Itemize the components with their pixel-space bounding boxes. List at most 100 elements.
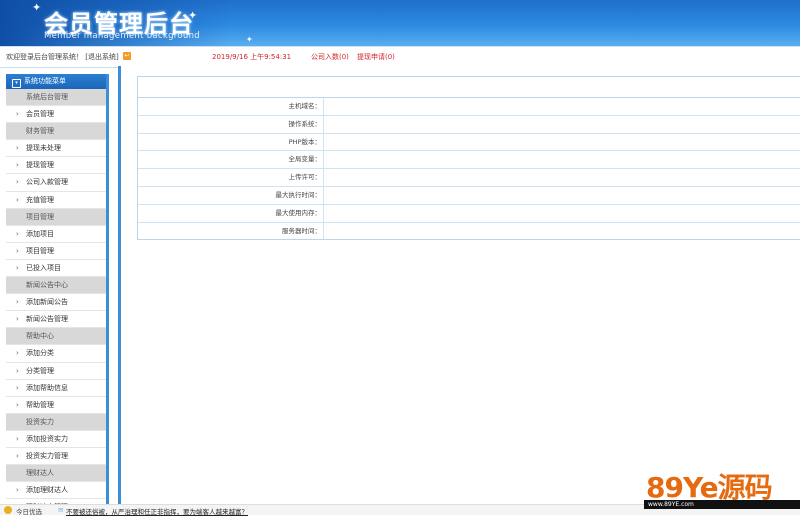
sidebar-header: ▾ 系统功能菜单 — [6, 74, 106, 89]
sidebar-item[interactable]: › 会员管理 — [6, 106, 106, 124]
withdraw-apply-link[interactable]: 提现申请(0) — [357, 52, 395, 62]
sidebar-category-label: 项目管理 — [26, 212, 54, 221]
info-row: 主机域名： — [138, 98, 800, 116]
main-content: 主机域名： 操作系统： PHP版本： 全局变量： 上传许可： 最大执行时间： 最大使用内存：… — [118, 66, 800, 504]
chevron-right-icon: › — [16, 349, 19, 358]
info-row: 操作系统： — [138, 115, 800, 134]
info-value — [326, 151, 800, 168]
chevron-right-icon: › — [16, 161, 19, 170]
info-label: 最大使用内存： — [138, 204, 324, 222]
info-label: 全局变量： — [138, 151, 324, 169]
sidebar-item[interactable]: › 添加分类 — [6, 345, 106, 363]
sidebar-category: 投资实力 — [6, 413, 106, 431]
chevron-right-icon: › — [16, 195, 19, 204]
sidebar-item-label: 投资实力管理 — [26, 451, 68, 460]
sidebar-item[interactable]: › 公司入款管理 — [6, 174, 106, 192]
sidebar-category-label: 新闻公告中心 — [26, 281, 68, 290]
sidebar-item[interactable]: › 充值管理 — [6, 191, 106, 209]
sidebar-category: 理财达人 — [6, 465, 106, 483]
sidebar-category-label: 理财达人 — [26, 469, 54, 478]
sidebar-item[interactable]: › 添加帮助信息 — [6, 379, 106, 397]
sidebar-item[interactable]: › 已投入项目 — [6, 259, 106, 278]
current-datetime: 2019/9/16 上午9:54:31 — [212, 53, 292, 61]
sidebar-item-label: 添加投资实力 — [26, 434, 68, 443]
chevron-right-icon: › — [16, 366, 19, 375]
sidebar-category-label: 帮助中心 — [26, 332, 54, 341]
sidebar-item-label: 添加项目 — [26, 229, 54, 238]
info-label: PHP版本： — [138, 133, 324, 151]
today-picks-link[interactable]: 今日优选 — [16, 506, 42, 516]
sidebar-item[interactable]: › 新闻公告管理 — [6, 311, 106, 329]
sidebar-item[interactable]: › 项目管理 — [6, 242, 106, 260]
sidebar-category-label: 投资实力 — [26, 417, 54, 426]
sidebar-category: 新闻公告中心 — [6, 277, 106, 295]
header-banner: ✦ ✦ ✦ 会员管理后台 Member management backgroun… — [0, 0, 800, 46]
sparkle-icon: ✦ — [32, 1, 42, 14]
sidebar-item-label: 分类管理 — [26, 366, 54, 375]
info-label: 上传许可： — [138, 169, 324, 186]
chevron-right-icon: › — [16, 144, 19, 153]
info-row: 最大执行时间： — [138, 186, 800, 205]
sidebar-item-label: 已投入项目 — [26, 263, 61, 272]
sidebar-category-label: 系统后台管理 — [26, 93, 68, 101]
chevron-right-icon: › — [16, 451, 19, 460]
chevron-right-icon: › — [16, 298, 19, 307]
sidebar-rows: 系统后台管理 › 会员管理 财务管理 › 提现未处理 › 提现管理 › 公司入款管理 › 充值管理 项目… — [6, 89, 106, 504]
notice-link[interactable]: 不要被还俗被，从严治理和任正非指挥，要为端客人越来越富？ — [66, 506, 248, 516]
sidebar-category: 财务管理 — [6, 123, 106, 141]
sidebar-item-label: 提现未处理 — [26, 144, 61, 153]
panel-header — [138, 77, 800, 98]
sidebar-item-label: 添加理财达人 — [26, 486, 68, 495]
sidebar-item-label: 会员管理 — [26, 110, 54, 119]
info-value — [326, 205, 800, 222]
sidebar-category-label: 财务管理 — [26, 127, 54, 136]
chevron-right-icon: › — [16, 178, 19, 187]
sidebar-item[interactable]: › 添加新闻公告 — [6, 294, 106, 312]
sidebar-item-label: 添加帮助信息 — [26, 383, 68, 392]
watermark-logo: 89Ye源码 www.89YE.com — [642, 466, 800, 512]
sidebar-item[interactable]: › 添加理财达人 — [6, 482, 106, 500]
sidebar-item-label: 添加新闻公告 — [26, 298, 68, 307]
sidebar-item[interactable]: › 分类管理 — [6, 362, 106, 380]
sidebar-item-label: 新闻公告管理 — [26, 315, 68, 324]
sidebar-item[interactable]: › 投资实力管理 — [6, 447, 106, 466]
company-count-link[interactable]: 公司入数(0) — [311, 52, 349, 62]
sparkle-icon: ✦ — [246, 35, 253, 44]
sidebar-item[interactable]: › 帮助管理 — [6, 396, 106, 414]
sidebar-item-label: 提现管理 — [26, 161, 54, 170]
sidebar-item[interactable]: › 添加项目 — [6, 225, 106, 243]
welcome-text[interactable]: 欢迎登录后台管理系统！ [退出系统] — [6, 52, 119, 62]
sidebar-item-label: 帮助管理 — [26, 400, 54, 409]
server-info-panel: 主机域名： 操作系统： PHP版本： 全局变量： 上传许可： 最大执行时间： 最大使用内存：… — [137, 76, 800, 241]
info-row: PHP版本： — [138, 133, 800, 152]
info-label: 主机域名： — [138, 98, 324, 115]
logout-icon[interactable]: ↩ — [123, 52, 131, 60]
info-value — [326, 187, 800, 204]
info-row: 服务器时间： — [138, 222, 800, 240]
sidebar-category: 系统后台管理 — [6, 89, 106, 107]
sidebar-item[interactable]: › 提现未处理 — [6, 140, 106, 158]
sidebar-item-label: 充值管理 — [26, 195, 54, 204]
sidebar-item[interactable]: › 添加投资实力 — [6, 430, 106, 448]
info-label: 服务器时间： — [138, 222, 324, 240]
info-rows: 主机域名： 操作系统： PHP版本： 全局变量： 上传许可： 最大执行时间： 最大使用内存：… — [138, 98, 800, 240]
info-label: 操作系统： — [138, 115, 324, 133]
info-value — [326, 223, 800, 240]
chevron-right-icon: › — [16, 383, 19, 392]
sidebar-category: 项目管理 — [6, 208, 106, 226]
info-label: 最大执行时间： — [138, 186, 324, 204]
notice-icon: ✉ — [58, 506, 64, 514]
info-value — [326, 169, 800, 186]
menu-icon: ▾ — [12, 79, 21, 88]
info-bar: 欢迎登录后台管理系统！ [退出系统] ↩ 2019/9/16 上午9:54:31… — [0, 46, 800, 68]
sidebar-item-label: 添加分类 — [26, 349, 54, 358]
info-row: 全局变量： — [138, 151, 800, 170]
sidebar-menu: ▾ 系统功能菜单 系统后台管理 › 会员管理 财务管理 › 提现未处理 › 提现管理 › 公司入款管… — [6, 74, 109, 504]
chevron-right-icon: › — [16, 434, 19, 443]
sidebar-header-label: 系统功能菜单 — [24, 77, 66, 85]
chevron-right-icon: › — [16, 263, 19, 272]
sidebar-item-label: 项目管理 — [26, 246, 54, 255]
chevron-right-icon: › — [16, 229, 19, 238]
app-subtitle: Member management background — [44, 31, 200, 41]
sidebar-item[interactable]: › 提现管理 — [6, 157, 106, 175]
